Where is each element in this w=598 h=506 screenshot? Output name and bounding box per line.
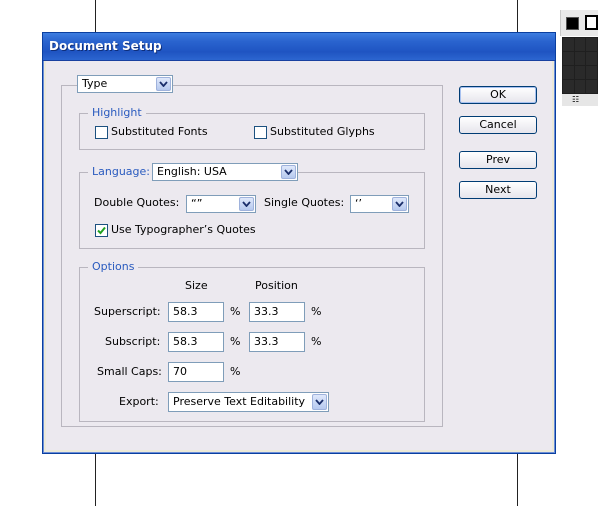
export-select-value: Preserve Text Editability	[173, 395, 306, 408]
swatch-cell[interactable]	[586, 52, 597, 65]
swatch-cell[interactable]	[586, 66, 597, 79]
small-caps-input[interactable]: 70	[168, 362, 224, 382]
superscript-size-input[interactable]: 58.3	[168, 302, 224, 322]
typographers-quotes-label: Use Typographer’s Quotes	[111, 223, 256, 236]
chevron-down-icon[interactable]	[156, 77, 171, 91]
chevron-down-icon[interactable]	[312, 394, 327, 410]
artboard-guide-left	[95, 0, 96, 32]
single-quotes-label: Single Quotes:	[264, 196, 345, 209]
ok-button[interactable]: OK	[459, 86, 537, 104]
percent-label: %	[230, 305, 241, 318]
table-icon[interactable]: ☷	[572, 96, 579, 104]
stroke-swatch-icon[interactable]	[585, 15, 598, 30]
dialog-titlebar[interactable]: Document Setup	[43, 33, 555, 61]
swatch-grid[interactable]	[562, 37, 598, 94]
double-quotes-value: “”	[191, 197, 203, 210]
document-setup-dialog: Document Setup Type Highlight Substitute…	[42, 32, 556, 454]
size-header: Size	[185, 279, 208, 292]
section-select[interactable]: Type	[77, 75, 173, 93]
options-legend: Options	[88, 260, 139, 274]
substituted-fonts-label: Substituted Fonts	[111, 125, 208, 138]
swatch-cell[interactable]	[574, 52, 586, 65]
percent-label: %	[230, 335, 241, 348]
single-quotes-select[interactable]: ‘’	[350, 195, 409, 213]
chevron-down-icon[interactable]	[239, 197, 254, 211]
substituted-fonts-checkbox[interactable]	[95, 126, 108, 139]
artboard-guide-right-bottom	[517, 454, 518, 506]
chevron-down-icon[interactable]	[392, 197, 407, 211]
swatch-cell[interactable]	[586, 38, 597, 51]
language-select-value: English: USA	[157, 165, 227, 178]
subscript-position-input[interactable]: 33.3	[249, 332, 305, 352]
checkmark-icon	[97, 226, 106, 235]
swatch-cell[interactable]	[574, 66, 586, 79]
single-quotes-value: ‘’	[355, 197, 362, 210]
double-quotes-label: Double Quotes:	[94, 196, 180, 209]
language-select[interactable]: English: USA	[152, 163, 298, 181]
percent-label: %	[230, 365, 241, 378]
swatch-cell[interactable]	[574, 80, 586, 93]
subscript-label: Subscript:	[105, 335, 161, 348]
swatch-cell[interactable]	[574, 38, 586, 51]
percent-label: %	[311, 335, 322, 348]
small-caps-label: Small Caps:	[97, 365, 162, 378]
swatch-cell[interactable]	[563, 80, 574, 93]
percent-label: %	[311, 305, 322, 318]
cancel-button[interactable]: Cancel	[459, 116, 537, 134]
language-group: Language: English: USA Double Quotes: “”…	[79, 163, 425, 249]
artboard-guide-right	[517, 0, 518, 32]
double-quotes-select[interactable]: “”	[186, 195, 256, 213]
substituted-glyphs-label: Substituted Glyphs	[270, 125, 375, 138]
section-select-value: Type	[82, 77, 108, 90]
typographers-quotes-checkbox[interactable]	[95, 224, 108, 237]
tool-palette-bottom	[562, 94, 598, 106]
subscript-size-input[interactable]: 58.3	[168, 332, 224, 352]
export-label: Export:	[119, 395, 159, 408]
swatch-cell[interactable]	[563, 66, 574, 79]
swatch-cell[interactable]	[563, 38, 574, 51]
swatch-cell[interactable]	[563, 52, 574, 65]
substituted-glyphs-checkbox[interactable]	[254, 126, 267, 139]
export-select[interactable]: Preserve Text Editability	[168, 392, 329, 412]
highlight-legend: Highlight	[88, 106, 146, 120]
chevron-down-icon[interactable]	[281, 165, 296, 179]
swatch-cell[interactable]	[586, 80, 597, 93]
artboard-guide-left-bottom	[95, 454, 96, 506]
options-group: Options Size Position Superscript: 58.3 …	[79, 260, 425, 422]
highlight-group: Highlight Substituted Fonts Substituted …	[79, 106, 425, 150]
superscript-label: Superscript:	[94, 305, 161, 318]
superscript-position-input[interactable]: 33.3	[249, 302, 305, 322]
next-button[interactable]: Next	[459, 181, 537, 199]
dialog-title: Document Setup	[49, 39, 162, 53]
prev-button[interactable]: Prev	[459, 151, 537, 169]
fill-swatch-icon[interactable]	[566, 17, 579, 30]
language-legend: Language:	[88, 165, 154, 179]
position-header: Position	[255, 279, 298, 292]
